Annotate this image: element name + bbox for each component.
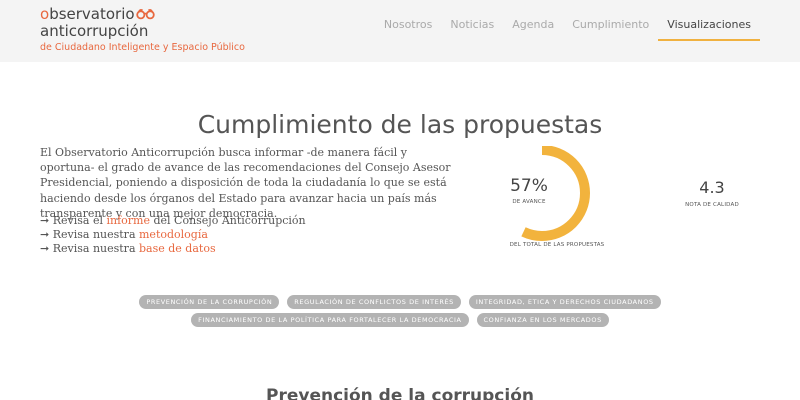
- link-row-base-datos: ➞ Revisa nuestra base de datos: [40, 242, 306, 256]
- nav-cumplimiento[interactable]: Cumplimiento: [563, 18, 658, 41]
- link-row-informe: ➞ Revisa el informe del Consejo Anticorr…: [40, 214, 306, 228]
- tag-confianza-mercados[interactable]: CONFIANZA EN LOS MERCADOS: [476, 313, 609, 327]
- logo-o-accent: o: [40, 5, 50, 23]
- site-logo[interactable]: o bservatorio anticorrupción de Ciudadano…: [40, 6, 245, 55]
- nav-noticias[interactable]: Noticias: [441, 18, 503, 41]
- nav-nosotros[interactable]: Nosotros: [375, 18, 441, 41]
- tag-row-2: FINANCIAMIENTO DE LA POLÍTICA PARA FORTA…: [0, 313, 800, 327]
- progress-sublabel: DEL TOTAL DE LAS PROPUESTAS: [509, 242, 605, 248]
- progress-percent: 57%: [510, 176, 548, 196]
- logo-word1: bservatorio: [49, 5, 135, 23]
- main-nav: Nosotros Noticias Agenda Cumplimiento Vi…: [375, 18, 760, 41]
- resource-links: ➞ Revisa el informe del Consejo Anticorr…: [40, 214, 306, 256]
- logo-word2: anticorrupción: [40, 22, 149, 40]
- tag-row-1: PREVENCIÓN DE LA CORRUPCIÓN REGULACIÓN D…: [0, 295, 800, 309]
- quality-score: 4.3: [699, 178, 725, 197]
- section-title: Prevención de la corrupción: [265, 386, 534, 400]
- link-row-metodologia: ➞ Revisa nuestra metodología: [40, 228, 306, 242]
- tag-conflictos-interes[interactable]: REGULACIÓN DE CONFLICTOS DE INTERÉS: [287, 295, 461, 309]
- link-prefix: ➞ Revisa el: [40, 214, 107, 227]
- informe-link[interactable]: informe: [106, 214, 150, 227]
- link-suffix: del Consejo Anticorrupción: [149, 214, 306, 227]
- binoculars-icon: [135, 9, 155, 20]
- progress-donut: [494, 146, 590, 241]
- quality-score-label: NOTA DE CALIDAD: [685, 202, 739, 208]
- metodologia-link[interactable]: metodología: [139, 228, 208, 241]
- nav-visualizaciones[interactable]: Visualizaciones: [658, 18, 760, 41]
- site-header: o bservatorio anticorrupción de Ciudadano…: [0, 0, 800, 62]
- link-prefix: ➞ Revisa nuestra: [40, 242, 139, 255]
- nav-agenda[interactable]: Agenda: [503, 18, 563, 41]
- tag-integridad[interactable]: INTEGRIDAD, ETICA Y DERECHOS CIUDADANOS: [468, 295, 661, 309]
- base-de-datos-link[interactable]: base de datos: [139, 242, 216, 255]
- link-prefix: ➞ Revisa nuestra: [40, 228, 139, 241]
- category-tags: PREVENCIÓN DE LA CORRUPCIÓN REGULACIÓN D…: [0, 295, 800, 331]
- logo-tagline: de Ciudadano Inteligente y Espacio Públi…: [40, 42, 245, 53]
- logo-wordmark-line1: o bservatorio: [40, 6, 245, 23]
- intro-description: El Observatorio Anticorrupción busca inf…: [40, 146, 451, 220]
- progress-label: DE AVANCE: [512, 199, 546, 205]
- tag-prevencion[interactable]: PREVENCIÓN DE LA CORRUPCIÓN: [139, 295, 280, 309]
- tag-financiamiento[interactable]: FINANCIAMIENTO DE LA POLÍTICA PARA FORTA…: [191, 313, 469, 327]
- page-title: Cumplimiento de las propuestas: [197, 110, 603, 139]
